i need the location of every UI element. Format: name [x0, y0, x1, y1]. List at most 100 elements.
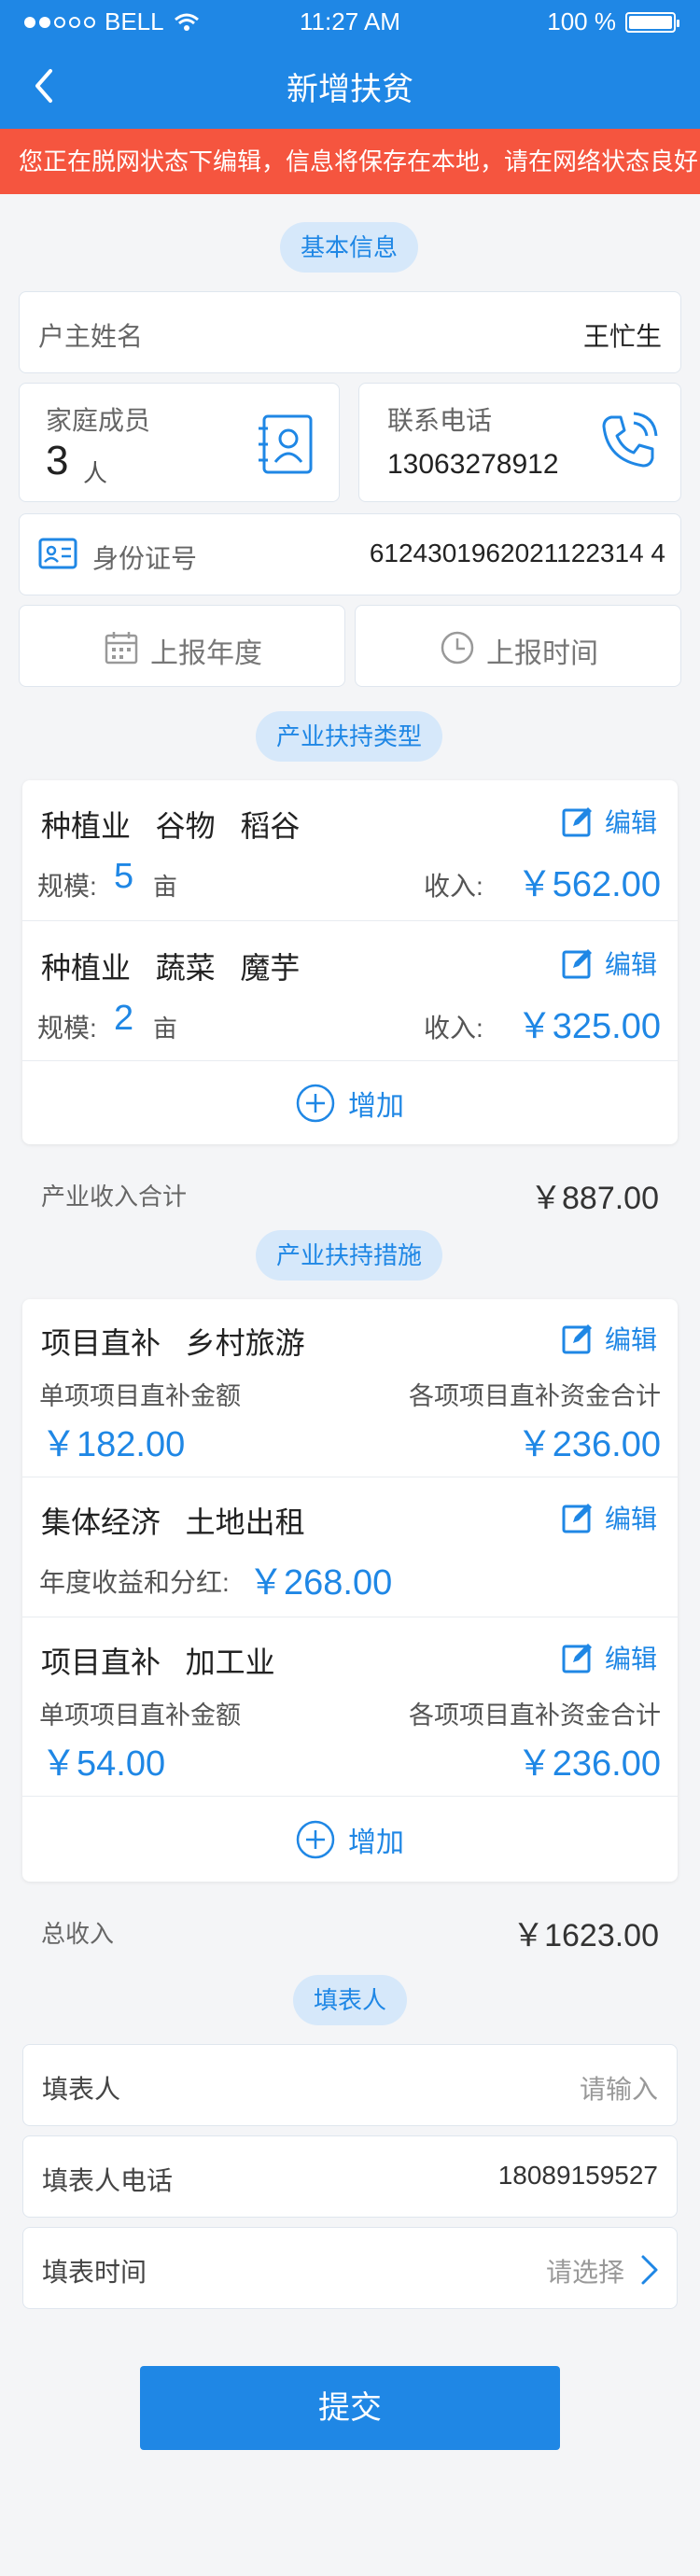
- battery-status: 100 %: [547, 7, 679, 36]
- scale-value: 5: [114, 857, 134, 896]
- industry-total-value: ￥887.00: [530, 1181, 659, 1216]
- add-label: 增加: [348, 1091, 404, 1122]
- subsidy-amount-value: ￥182.00: [41, 1425, 186, 1464]
- industry-income-total: 产业收入合计 ￥887.00: [41, 1172, 659, 1218]
- section-filler: 填表人: [293, 1975, 408, 2025]
- id-number-value: 6124301962021122314 4: [369, 539, 665, 567]
- filler-name-input[interactable]: 请输入: [580, 2069, 658, 2107]
- total-income-value: ￥1623.00: [512, 1918, 659, 1953]
- report-time-selector[interactable]: 上报时间: [355, 605, 681, 687]
- nav-bar: 新增扶贫: [0, 43, 700, 129]
- battery-icon: [625, 11, 679, 33]
- contact-phone-label: 联系电话: [387, 406, 493, 435]
- report-year-label: 上报年度: [150, 638, 262, 669]
- total-income: 总收入 ￥1623.00: [41, 1910, 659, 1955]
- id-number-label: 身份证号: [92, 544, 198, 573]
- edit-button[interactable]: 编辑: [562, 1320, 657, 1357]
- owner-name-label: 户主姓名: [38, 322, 144, 351]
- divider: [22, 920, 678, 921]
- annual-dividend-label: 年度收益和分红:: [39, 1568, 230, 1597]
- phone-icon[interactable]: [598, 412, 658, 471]
- battery-percent: 100 %: [547, 7, 616, 35]
- calendar-icon: [105, 632, 138, 665]
- annual-dividend-value: ￥268.00: [248, 1563, 393, 1603]
- subsidy-amount-label: 单项项目直补金额: [39, 1701, 241, 1729]
- subsidy-total-label: 各项项目直补资金合计: [409, 1701, 661, 1729]
- income-label: 收入:: [424, 1014, 483, 1043]
- filler-time-field[interactable]: 填表时间 请选择: [22, 2227, 678, 2309]
- plus-circle-icon: [296, 1820, 335, 1859]
- edit-label: 编辑: [604, 1325, 657, 1354]
- edit-button[interactable]: 编辑: [562, 1639, 657, 1676]
- edit-icon: [562, 949, 592, 979]
- section-industry-measures: 产业扶持措施: [256, 1230, 443, 1281]
- edit-label: 编辑: [604, 808, 657, 837]
- filler-time-select[interactable]: 请选择: [546, 2252, 624, 2289]
- divider: [22, 1060, 678, 1061]
- section-basic-info: 基本信息: [280, 222, 419, 273]
- contact-phone-value: 13063278912: [387, 449, 559, 480]
- family-members-count: 3: [46, 438, 69, 483]
- divider: [22, 1796, 678, 1797]
- income-value: ￥562.00: [516, 865, 661, 904]
- filler-phone-label: 填表人电话: [42, 2166, 174, 2195]
- family-members-unit: 人: [83, 459, 108, 487]
- edit-button[interactable]: 编辑: [562, 803, 657, 840]
- edit-button[interactable]: 编辑: [562, 945, 657, 982]
- filler-time-label: 填表时间: [42, 2258, 147, 2287]
- filler-phone-field[interactable]: 填表人电话 18089159527: [22, 2135, 678, 2218]
- subsidy-amount-value: ￥54.00: [41, 1744, 166, 1784]
- add-measure-button[interactable]: 增加: [22, 1811, 678, 1869]
- subsidy-total-value: ￥236.00: [516, 1744, 661, 1784]
- measure-item-title: 项目直补 乡村旅游: [41, 1326, 305, 1360]
- industry-type-list: 种植业 谷物 稻谷 编辑 规模: 5 亩 收入: ￥562.00 种植业 蔬菜 …: [22, 780, 678, 1144]
- filler-name-field[interactable]: 填表人 请输入: [22, 2044, 678, 2126]
- measures-list: 项目直补 乡村旅游 编辑 单项项目直补金额 各项项目直补资金合计 ￥182.00…: [22, 1299, 678, 1882]
- edit-label: 编辑: [604, 1505, 657, 1533]
- family-members-field[interactable]: 家庭成员 3 人: [19, 383, 340, 502]
- measure-item-title: 项目直补 加工业: [41, 1645, 275, 1679]
- filler-name-label: 填表人: [42, 2075, 121, 2104]
- owner-name-value: 王忙生: [582, 322, 662, 351]
- clock-icon: [441, 631, 474, 665]
- app-header: BELL 11:27 AM 100 % 新增扶贫: [0, 0, 700, 129]
- id-number-field[interactable]: 身份证号 6124301962021122314 4: [19, 513, 681, 595]
- scale-value: 2: [114, 999, 134, 1038]
- id-card-icon: [38, 538, 77, 569]
- offline-notice: 您正在脱网状态下编辑，信息将保存在本地，请在网络状态良好时: [0, 129, 700, 194]
- report-time-label: 上报时间: [486, 638, 598, 669]
- scale-unit: 亩: [153, 1015, 178, 1043]
- scale-label: 规模:: [37, 1014, 97, 1043]
- subsidy-amount-label: 单项项目直补金额: [39, 1382, 241, 1410]
- report-year-selector[interactable]: 上报年度: [19, 605, 345, 687]
- add-industry-button[interactable]: 增加: [22, 1075, 678, 1131]
- edit-icon: [562, 1324, 592, 1354]
- section-industry-type: 产业扶持类型: [256, 711, 443, 762]
- family-members-label: 家庭成员: [46, 406, 151, 435]
- page-title: 新增扶贫: [287, 72, 413, 107]
- contacts-icon[interactable]: [257, 413, 315, 475]
- submit-button[interactable]: 提交: [140, 2366, 560, 2450]
- total-income-label: 总收入: [41, 1920, 115, 1948]
- edit-button[interactable]: 编辑: [562, 1499, 657, 1536]
- measure-item-title: 集体经济 土地出租: [41, 1505, 305, 1539]
- scale-unit: 亩: [153, 873, 178, 901]
- industry-item-title: 种植业 蔬菜 魔芋: [41, 951, 301, 985]
- industry-item-title: 种植业 谷物 稻谷: [41, 809, 301, 843]
- industry-total-label: 产业收入合计: [41, 1183, 188, 1211]
- filler-phone-input[interactable]: 18089159527: [498, 2161, 658, 2191]
- chevron-right-icon[interactable]: [639, 2254, 660, 2286]
- income-label: 收入:: [424, 872, 483, 901]
- edit-label: 编辑: [604, 1645, 657, 1673]
- edit-icon: [562, 1504, 592, 1533]
- subsidy-total-value: ￥236.00: [516, 1425, 661, 1464]
- subsidy-total-label: 各项项目直补资金合计: [409, 1382, 661, 1410]
- scale-label: 规模:: [37, 872, 97, 901]
- add-label: 增加: [348, 1827, 404, 1858]
- edit-icon: [562, 1644, 592, 1673]
- contact-phone-field[interactable]: 联系电话 13063278912: [358, 383, 681, 502]
- income-value: ￥325.00: [516, 1007, 661, 1046]
- edit-label: 编辑: [604, 950, 657, 979]
- owner-name-field[interactable]: 户主姓名 王忙生: [19, 291, 681, 373]
- edit-icon: [562, 807, 592, 837]
